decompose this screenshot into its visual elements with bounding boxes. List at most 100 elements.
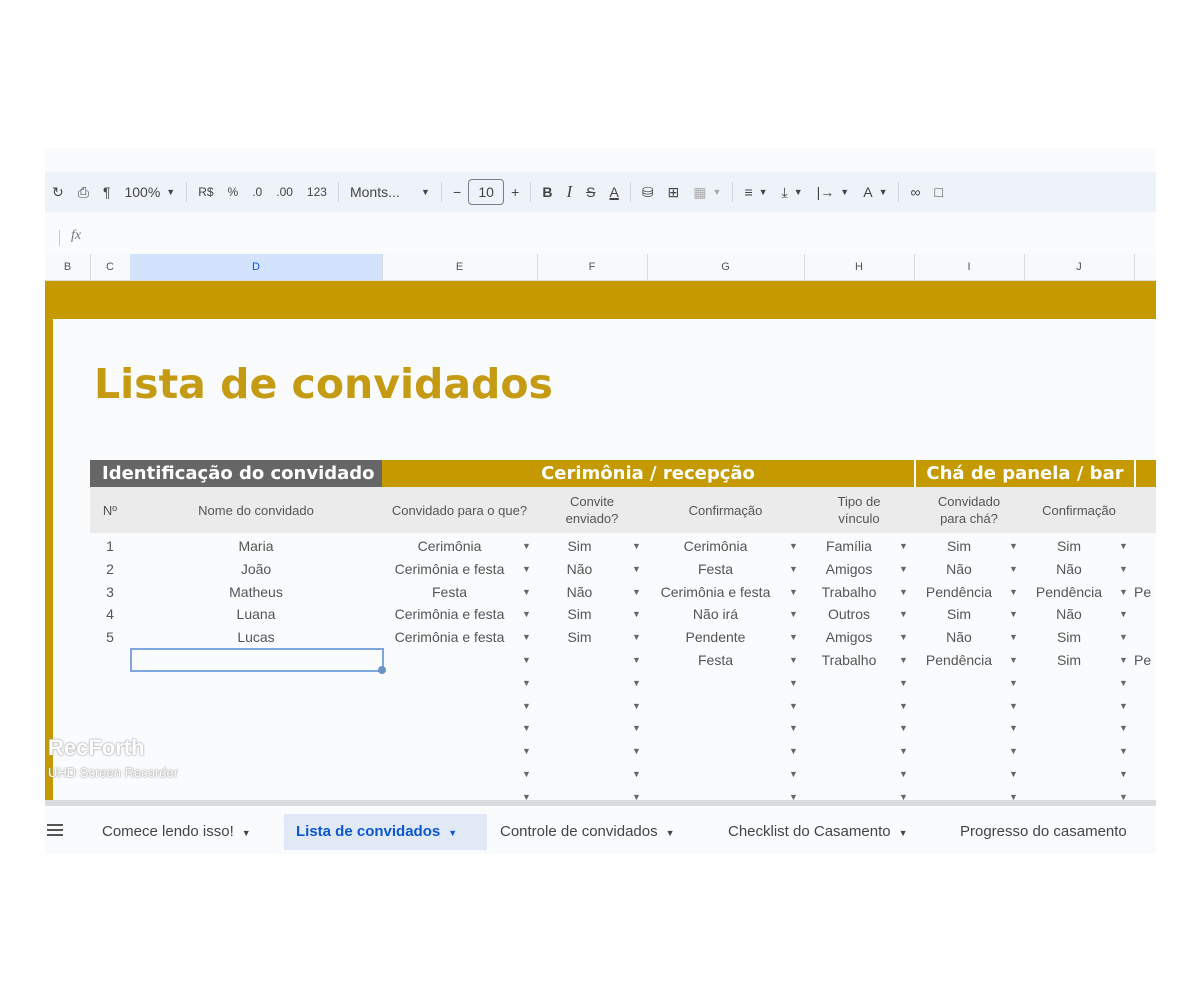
dropdown-arrow-icon[interactable]: ▼ — [1119, 672, 1128, 694]
dropdown-arrow-icon[interactable]: ▼ — [632, 649, 641, 671]
table-cell-extra[interactable]: Pe — [1134, 649, 1156, 671]
dropdown-arrow-icon[interactable]: ▼ — [522, 626, 531, 648]
bold-button[interactable]: B — [535, 178, 559, 206]
dropdown-arrow-icon[interactable]: ▼ — [522, 581, 531, 603]
fill-color-icon[interactable]: ⛁ — [635, 178, 661, 206]
table-cell-enviado[interactable] — [537, 649, 622, 671]
dropdown-arrow-icon[interactable]: ▼ — [1119, 717, 1128, 739]
dropdown-arrow-icon[interactable]: ▼ — [1119, 695, 1128, 717]
table-cell-conf_cha[interactable]: Sim — [1024, 535, 1114, 557]
dropdown-arrow-icon[interactable]: ▼ — [899, 626, 908, 648]
table-cell-confirmacao[interactable]: Não irá — [647, 603, 784, 625]
tab-comece[interactable]: Comece lendo isso! ▼ — [90, 814, 280, 850]
percent-button[interactable]: % — [221, 178, 246, 206]
table-cell-confirmacao[interactable]: Festa — [647, 558, 784, 580]
dropdown-arrow-icon[interactable]: ▼ — [899, 740, 908, 762]
table-cell-tipo[interactable]: Outros — [804, 603, 894, 625]
table-cell-enviado[interactable]: Sim — [537, 535, 622, 557]
table-cell-num[interactable]: 2 — [90, 558, 130, 580]
dropdown-arrow-icon[interactable]: ▼ — [632, 740, 641, 762]
dropdown-arrow-icon[interactable]: ▼ — [522, 717, 531, 739]
dropdown-arrow-icon[interactable]: ▼ — [1119, 649, 1128, 671]
table-cell-enviado[interactable]: Sim — [537, 603, 622, 625]
table-cell-cha[interactable]: Pendência — [914, 649, 1004, 671]
table-cell-cha[interactable]: Sim — [914, 603, 1004, 625]
increase-decimals-button[interactable]: .00 — [269, 178, 300, 206]
dropdown-arrow-icon[interactable]: ▼ — [1009, 763, 1018, 785]
fill-handle[interactable] — [378, 666, 386, 674]
column-header-i[interactable]: I — [914, 254, 1025, 280]
dropdown-arrow-icon[interactable]: ▼ — [1119, 763, 1128, 785]
dropdown-arrow-icon[interactable]: ▼ — [1009, 581, 1018, 603]
horizontal-align-icon[interactable]: ≡ ▼ — [737, 178, 774, 206]
table-cell-confirmacao[interactable]: Festa — [647, 649, 784, 671]
dropdown-arrow-icon[interactable]: ▼ — [789, 740, 798, 762]
table-cell-conf_cha[interactable]: Sim — [1024, 626, 1114, 648]
dropdown-arrow-icon[interactable]: ▼ — [632, 717, 641, 739]
link-icon[interactable]: ∞ — [903, 178, 927, 206]
number-format-button[interactable]: 123 — [300, 178, 334, 206]
dropdown-arrow-icon[interactable]: ▼ — [1119, 558, 1128, 580]
dropdown-arrow-icon[interactable]: ▼ — [632, 581, 641, 603]
dropdown-arrow-icon[interactable]: ▼ — [522, 558, 531, 580]
column-header-j[interactable]: J — [1024, 254, 1135, 280]
dropdown-arrow-icon[interactable]: ▼ — [1009, 695, 1018, 717]
dropdown-arrow-icon[interactable]: ▼ — [1119, 626, 1128, 648]
column-header-b[interactable]: B — [45, 254, 91, 280]
dropdown-arrow-icon[interactable]: ▼ — [632, 603, 641, 625]
dropdown-arrow-icon[interactable]: ▼ — [789, 672, 798, 694]
table-cell-num[interactable]: 5 — [90, 626, 130, 648]
column-header-c[interactable]: C — [90, 254, 131, 280]
table-cell-para[interactable]: Cerimônia e festa — [382, 603, 517, 625]
dropdown-arrow-icon[interactable]: ▼ — [522, 672, 531, 694]
table-cell-conf_cha[interactable]: Não — [1024, 603, 1114, 625]
table-cell-extra[interactable] — [1134, 626, 1156, 648]
column-header-g[interactable]: G — [647, 254, 805, 280]
paint-format-icon[interactable]: ¶ — [96, 178, 118, 206]
table-cell-extra[interactable] — [1134, 535, 1156, 557]
table-cell-para[interactable]: Cerimônia — [382, 535, 517, 557]
dropdown-arrow-icon[interactable]: ▼ — [522, 535, 531, 557]
dropdown-arrow-icon[interactable]: ▼ — [522, 740, 531, 762]
dropdown-arrow-icon[interactable]: ▼ — [789, 763, 798, 785]
dropdown-arrow-icon[interactable]: ▼ — [789, 717, 798, 739]
font-size-input[interactable]: 10 — [468, 179, 505, 205]
table-cell-nome[interactable]: Matheus — [130, 581, 382, 603]
table-cell-tipo[interactable]: Trabalho — [804, 581, 894, 603]
italic-button[interactable]: I — [559, 178, 579, 206]
dropdown-arrow-icon[interactable]: ▼ — [789, 535, 798, 557]
table-cell-extra[interactable] — [1134, 558, 1156, 580]
tab-checklist[interactable]: Checklist do Casamento ▼ — [716, 814, 945, 850]
font-select[interactable]: Monts... ▼ — [343, 178, 437, 206]
dropdown-arrow-icon[interactable]: ▼ — [1009, 649, 1018, 671]
dropdown-arrow-icon[interactable]: ▼ — [789, 626, 798, 648]
dropdown-arrow-icon[interactable]: ▼ — [1009, 672, 1018, 694]
strikethrough-button[interactable]: S — [579, 178, 602, 206]
dropdown-arrow-icon[interactable]: ▼ — [899, 717, 908, 739]
table-cell-para[interactable] — [382, 649, 517, 671]
all-sheets-menu-icon[interactable] — [47, 824, 63, 839]
dropdown-arrow-icon[interactable]: ▼ — [899, 558, 908, 580]
dropdown-arrow-icon[interactable]: ▼ — [789, 581, 798, 603]
dropdown-arrow-icon[interactable]: ▼ — [899, 603, 908, 625]
dropdown-arrow-icon[interactable]: ▼ — [1119, 740, 1128, 762]
dropdown-arrow-icon[interactable]: ▼ — [522, 649, 531, 671]
table-cell-cha[interactable]: Sim — [914, 535, 1004, 557]
column-header-f[interactable]: F — [537, 254, 648, 280]
dropdown-arrow-icon[interactable]: ▼ — [1009, 603, 1018, 625]
table-cell-confirmacao[interactable]: Cerimônia e festa — [647, 581, 784, 603]
dropdown-arrow-icon[interactable]: ▼ — [789, 695, 798, 717]
column-header-e[interactable]: E — [382, 254, 538, 280]
table-cell-enviado[interactable]: Não — [537, 581, 622, 603]
table-cell-conf_cha[interactable]: Não — [1024, 558, 1114, 580]
zoom-select[interactable]: 100% ▼ — [117, 178, 182, 206]
text-rotation-icon[interactable]: A ▼ — [856, 178, 894, 206]
table-cell-tipo[interactable]: Trabalho — [804, 649, 894, 671]
table-cell-para[interactable]: Festa — [382, 581, 517, 603]
table-cell-nome[interactable]: Lucas — [130, 626, 382, 648]
dropdown-arrow-icon[interactable]: ▼ — [1119, 535, 1128, 557]
vertical-align-icon[interactable]: ⤓ ▼ — [775, 178, 810, 206]
table-cell-cha[interactable]: Pendência — [914, 581, 1004, 603]
decrease-decimals-button[interactable]: .0 — [245, 178, 269, 206]
table-cell-enviado[interactable]: Sim — [537, 626, 622, 648]
